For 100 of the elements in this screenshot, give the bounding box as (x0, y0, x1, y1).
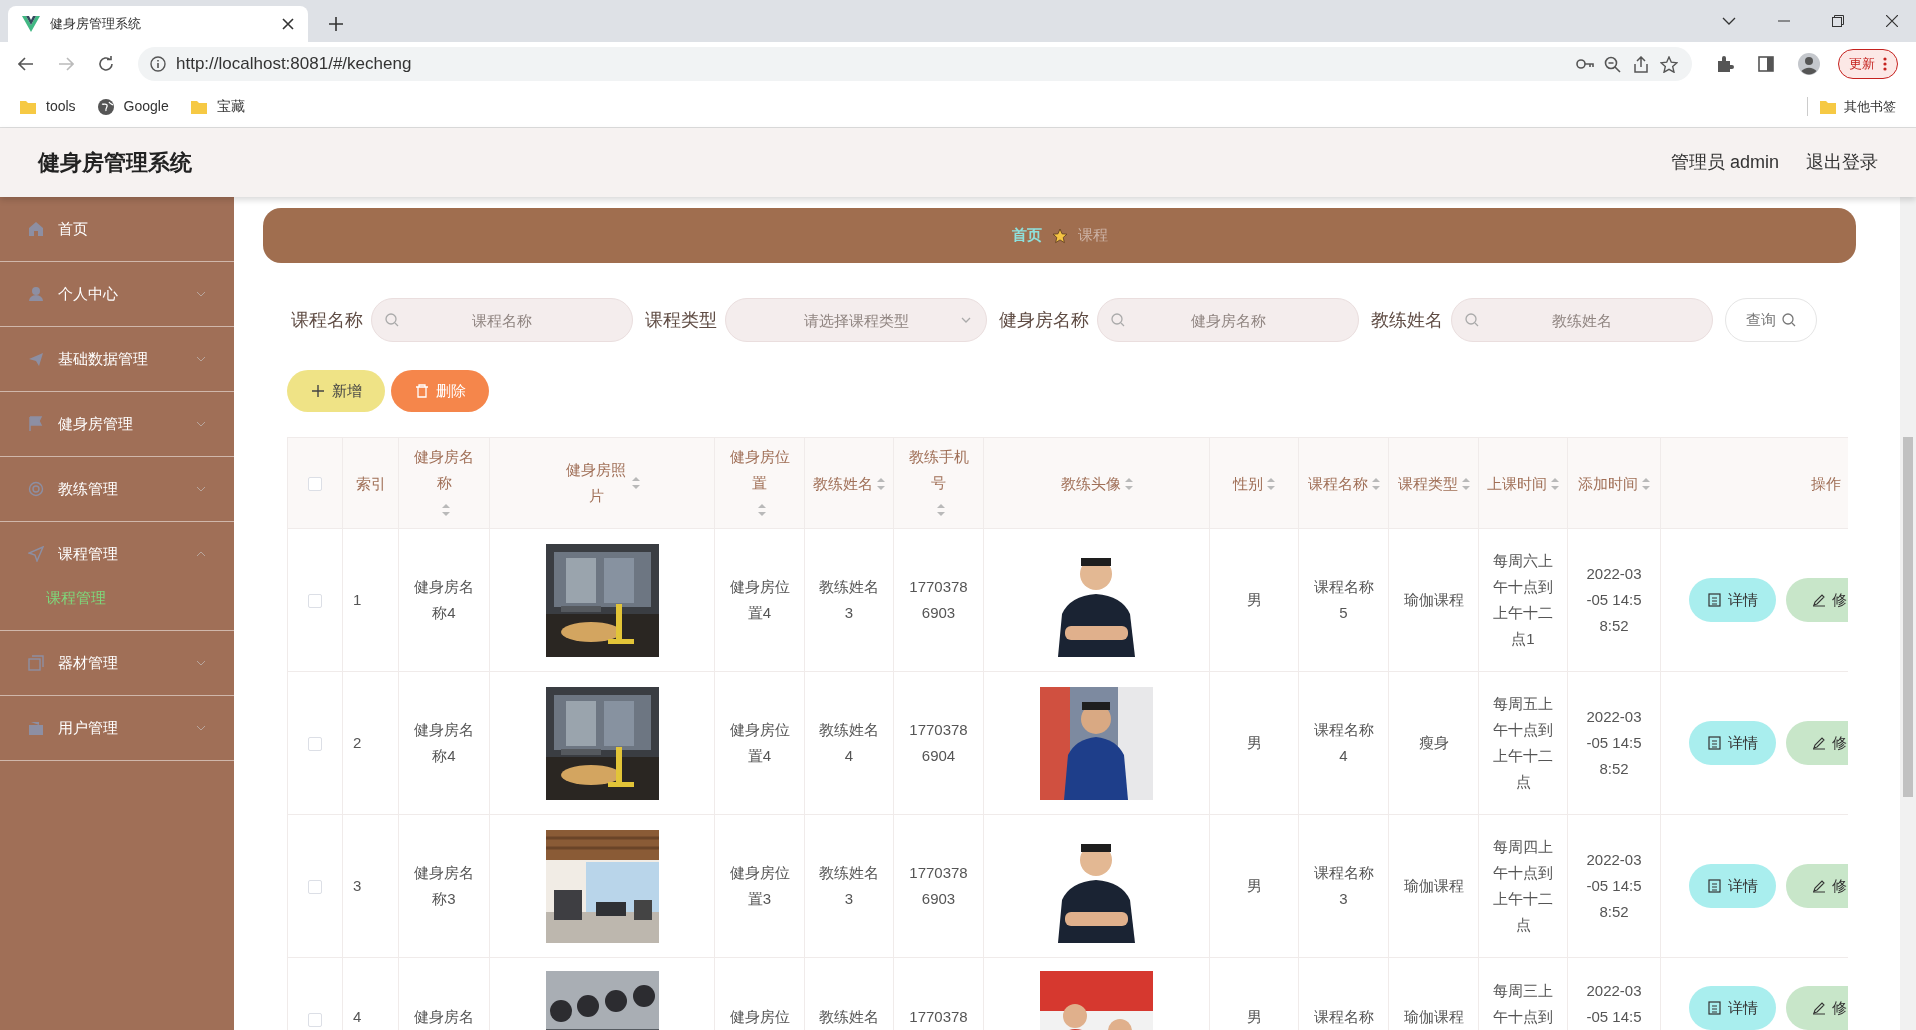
sidebar-item[interactable]: 健身房管理 (0, 392, 234, 456)
select-field[interactable]: 请选择课程类型 (725, 298, 987, 342)
table-cell: 男 (1246, 1008, 1262, 1025)
table-cell: 教练姓名3 (819, 864, 879, 907)
checkbox[interactable] (308, 736, 322, 751)
sort-icon[interactable] (1371, 477, 1380, 490)
profile-icon[interactable] (1798, 53, 1820, 75)
table-cell: 每周六上午十点到上午十二点1 (1493, 552, 1553, 647)
table-cell: 2022-03-05 14:58:52 (1586, 565, 1642, 634)
table-cell: 4 (353, 1008, 362, 1025)
puzzle-icon[interactable] (1716, 55, 1734, 73)
table-cell: 健身房位置4 (729, 578, 790, 621)
sort-icon[interactable] (1551, 477, 1559, 490)
sidebar-icon[interactable] (1758, 56, 1774, 72)
table-cell: 男 (1246, 591, 1262, 608)
checkbox[interactable] (308, 476, 322, 491)
table-cell: 17703786904 (909, 721, 968, 764)
sidebar-item[interactable]: 首页 (0, 197, 234, 261)
bookmark[interactable]: Google (97, 96, 169, 117)
person-icon (28, 286, 44, 302)
restore-icon[interactable] (1832, 15, 1844, 27)
minimize-icon[interactable] (1778, 20, 1790, 22)
sidebar-item[interactable]: 教练管理 (0, 457, 234, 521)
column-header: 操作 (1811, 473, 1841, 494)
table-cell: 教练姓名 (819, 1008, 879, 1025)
table-cell: 瑜伽课程 (1403, 877, 1464, 894)
table-cell: 2022-03-05 14:58:52 (1586, 851, 1642, 920)
table-cell: 健身房名称4 (414, 721, 474, 764)
table-cell: 男 (1246, 877, 1262, 894)
sort-icon[interactable] (877, 477, 885, 490)
table-cell: 瘦身 (1418, 734, 1449, 751)
sort-icon[interactable] (1642, 477, 1650, 490)
share-icon[interactable] (1632, 55, 1650, 73)
bookmark[interactable]: tools (20, 96, 76, 117)
table-cell: 课程名称4 (1313, 721, 1374, 764)
sidebar-item[interactable]: 基础数据管理 (0, 327, 234, 391)
search-icon (1465, 313, 1479, 327)
edit-button[interactable]: 修 (1786, 578, 1848, 622)
plus-icon (310, 384, 325, 398)
table-cell: 课程名称5 (1313, 578, 1374, 621)
sort-icon[interactable] (1124, 477, 1133, 490)
sort-icon[interactable] (1461, 477, 1470, 490)
column-header: 上课时间 (1487, 473, 1547, 494)
edit-button[interactable]: 修 (1786, 986, 1848, 1030)
table-cell: 健身房名称3 (414, 864, 474, 907)
reload-icon[interactable] (98, 56, 114, 72)
column-header: 索引 (355, 473, 386, 494)
chevron-down-icon[interactable] (1722, 17, 1736, 25)
navigation-icon (28, 546, 44, 562)
sort-icon[interactable] (1267, 477, 1275, 490)
search-field[interactable]: 教练姓名 (1451, 298, 1713, 342)
field-label: 健身房名称 (999, 308, 1089, 332)
sort-icon[interactable] (632, 477, 640, 489)
document-icon (1707, 1001, 1722, 1015)
table-cell: 1770378 (909, 1008, 968, 1025)
table-cell: 健身房名 (414, 1008, 474, 1025)
table-cell: 每周三上午十点到 (1493, 982, 1553, 1025)
add-button[interactable]: 新增 (287, 370, 385, 412)
search-field[interactable]: 健身房名称 (1097, 298, 1359, 342)
search-field[interactable]: 课程名称 (371, 298, 633, 342)
address-bar[interactable]: http://localhost:8081/#/kecheng (138, 47, 1692, 81)
checkbox[interactable] (308, 593, 322, 608)
details-button[interactable]: 详情 (1689, 721, 1776, 765)
checkbox[interactable] (308, 879, 322, 894)
browser-tab[interactable]: 健身房管理系统 (8, 6, 308, 42)
new-tab-icon[interactable] (328, 16, 344, 32)
field-label: 课程名称 (291, 308, 363, 332)
table-cell: 健身房位置4 (729, 721, 790, 764)
sidebar-item[interactable]: 个人中心 (0, 262, 234, 326)
bookmark[interactable]: 宝藏 (190, 96, 245, 117)
forward-icon[interactable] (58, 57, 74, 71)
bookmark[interactable]: 其他书签 (1807, 96, 1896, 117)
sidebar-item[interactable]: 器材管理 (0, 631, 234, 695)
sidebar-item[interactable]: 用户管理 (0, 696, 234, 760)
update-button[interactable]: 更新 (1838, 49, 1898, 79)
table-cell: 健身房位 (729, 1008, 790, 1025)
scrollbar-thumb[interactable] (1903, 437, 1913, 797)
table-cell: 健身房名称4 (414, 578, 474, 621)
star-icon[interactable] (1660, 55, 1678, 73)
zoom-out-icon[interactable] (1604, 55, 1622, 73)
close-icon[interactable] (282, 18, 294, 30)
details-button[interactable]: 详情 (1689, 986, 1776, 1030)
close-icon[interactable] (1886, 15, 1898, 27)
search-button[interactable]: 查询 (1725, 298, 1817, 342)
details-button[interactable]: 详情 (1689, 864, 1776, 908)
edit-button[interactable]: 修 (1786, 864, 1848, 908)
column-header: 教练手机号 (907, 447, 970, 493)
sort-icon[interactable] (757, 504, 766, 517)
table-cell: 2 (353, 734, 362, 751)
sort-icon[interactable] (936, 504, 945, 517)
pencil-icon (1812, 593, 1826, 607)
paper-plane-icon (28, 351, 44, 367)
back-icon[interactable] (18, 57, 34, 71)
details-button[interactable]: 详情 (1689, 578, 1776, 622)
table-cell: 瑜伽课程 (1403, 591, 1464, 608)
logout-link[interactable]: 退出登录 (1806, 149, 1878, 176)
table-cell: 17703786903 (909, 864, 968, 907)
sort-icon[interactable] (442, 504, 450, 517)
checkbox[interactable] (308, 1012, 322, 1027)
edit-button[interactable]: 修 (1786, 721, 1848, 765)
